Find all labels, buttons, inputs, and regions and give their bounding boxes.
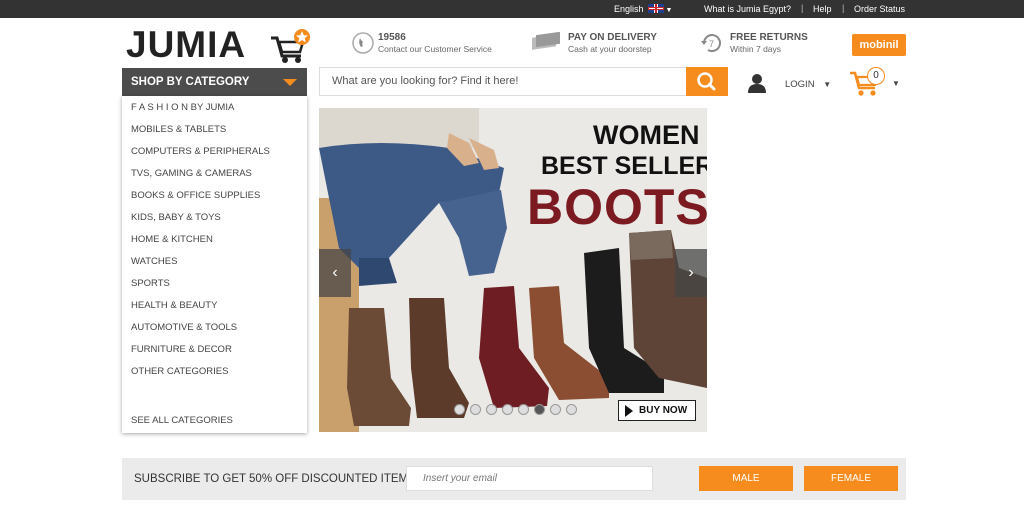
category-item-kids[interactable]: KIDS, BABY & TOYS: [131, 212, 221, 223]
logo-cart-icon: [271, 29, 310, 63]
chevron-down-icon: ▼: [665, 7, 673, 14]
login-label: LOGIN: [785, 79, 815, 90]
category-menu: F A S H I O N BY JUMIA MOBILES & TABLETS…: [122, 96, 307, 433]
category-item-mobiles[interactable]: MOBILES & TABLETS: [131, 124, 226, 135]
see-all-categories-link[interactable]: SEE ALL CATEGORIES: [131, 415, 233, 426]
jumia-logo[interactable]: JUMIA: [126, 26, 312, 64]
category-item-computers[interactable]: COMPUTERS & PERIPHERALS: [131, 146, 270, 157]
hero-banner[interactable]: WOMEN BEST SELLER BOOTS: [319, 108, 707, 432]
pay-on-delivery-title: PAY ON DELIVERY: [568, 32, 657, 43]
female-button[interactable]: FEMALE: [804, 466, 898, 491]
login-menu[interactable]: LOGIN ▼: [785, 79, 831, 90]
phone-icon: [352, 32, 374, 54]
pay-on-delivery-info: PAY ON DELIVERY Cash at your doorstep: [530, 32, 670, 56]
subscribe-bar: SUBSCRIBE TO GET 50% OFF DISCOUNTED ITEM…: [122, 458, 906, 500]
phone-number: 19586: [378, 32, 406, 43]
banner-line-best-seller: BEST SELLER: [541, 152, 707, 180]
male-button[interactable]: MALE: [699, 466, 793, 491]
free-returns-title: FREE RETURNS: [730, 32, 808, 43]
separator: |: [801, 3, 804, 13]
carousel-dot-active[interactable]: [534, 404, 545, 415]
play-arrow-icon: [625, 405, 633, 417]
category-item-other[interactable]: OTHER CATEGORIES: [131, 366, 228, 377]
category-item-furniture[interactable]: FURNITURE & DECOR: [131, 344, 232, 355]
what-is-jumia-link[interactable]: What is Jumia Egypt?: [704, 4, 791, 14]
search-icon: [697, 72, 716, 91]
carousel-dot[interactable]: [550, 404, 561, 415]
category-item-automotive[interactable]: AUTOMOTIVE & TOOLS: [131, 322, 237, 333]
customer-service-info: 19586 Contact our Customer Service: [352, 32, 502, 56]
svg-text:7: 7: [709, 39, 714, 49]
category-item-books[interactable]: BOOKS & OFFICE SUPPLIES: [131, 190, 260, 201]
category-item-sports[interactable]: SPORTS: [131, 278, 170, 289]
cart-count-badge: 0: [867, 67, 885, 85]
carousel-next-button[interactable]: ›: [675, 249, 707, 297]
language-selector[interactable]: English ▼: [614, 4, 672, 14]
uk-flag-icon: [647, 4, 664, 13]
carousel-dot[interactable]: [454, 404, 465, 415]
search-button[interactable]: [686, 67, 728, 96]
mobinil-logo[interactable]: mobinil: [852, 34, 906, 56]
banner-line-women: WOMEN: [593, 120, 700, 150]
chevron-down-icon: ▼: [823, 80, 832, 89]
email-input[interactable]: Insert your email: [406, 466, 653, 491]
category-item-watches[interactable]: WATCHES: [131, 256, 177, 267]
shop-by-category-button[interactable]: SHOP BY CATEGORY: [122, 68, 307, 96]
carousel-dot[interactable]: [518, 404, 529, 415]
carousel-dot[interactable]: [486, 404, 497, 415]
banner-line-boots: BOOTS: [527, 179, 707, 235]
cash-icon: [532, 32, 560, 50]
buy-now-label: BUY NOW: [639, 405, 688, 416]
free-returns-info: 7 FREE RETURNS Within 7 days: [700, 32, 810, 56]
category-item-home[interactable]: HOME & KITCHEN: [131, 234, 213, 245]
search-input[interactable]: What are you looking for? Find it here!: [319, 67, 687, 96]
top-bar: English ▼ What is Jumia Egypt? | Help | O…: [0, 0, 1024, 18]
pay-on-delivery-subtitle: Cash at your doorstep: [568, 44, 652, 54]
category-item-tvs[interactable]: TVS, GAMING & CAMERAS: [131, 168, 252, 179]
chevron-down-icon: [283, 79, 297, 86]
carousel-dot[interactable]: [502, 404, 513, 415]
chevron-down-icon[interactable]: ▼: [892, 79, 900, 88]
language-label: English: [614, 4, 644, 14]
order-status-link[interactable]: Order Status: [854, 4, 905, 14]
help-link[interactable]: Help: [813, 4, 832, 14]
carousel-dot[interactable]: [566, 404, 577, 415]
free-returns-subtitle: Within 7 days: [730, 44, 782, 54]
chevron-right-icon: ›: [688, 264, 694, 281]
subscribe-text: SUBSCRIBE TO GET 50% OFF DISCOUNTED ITEM…: [134, 473, 416, 485]
buy-now-button[interactable]: BUY NOW: [618, 400, 696, 421]
separator: |: [842, 3, 845, 13]
shop-by-category-label: SHOP BY CATEGORY: [131, 76, 250, 88]
category-item-health[interactable]: HEALTH & BEAUTY: [131, 300, 217, 311]
carousel-dot[interactable]: [470, 404, 481, 415]
category-item-fashion[interactable]: F A S H I O N BY JUMIA: [131, 102, 234, 113]
user-icon[interactable]: [747, 73, 767, 93]
phone-subtitle: Contact our Customer Service: [378, 44, 492, 54]
chevron-left-icon: ‹: [332, 264, 338, 281]
logo-text: JUMIA: [126, 24, 247, 65]
carousel-prev-button[interactable]: ‹: [319, 249, 351, 297]
returns-icon: 7: [701, 34, 721, 53]
